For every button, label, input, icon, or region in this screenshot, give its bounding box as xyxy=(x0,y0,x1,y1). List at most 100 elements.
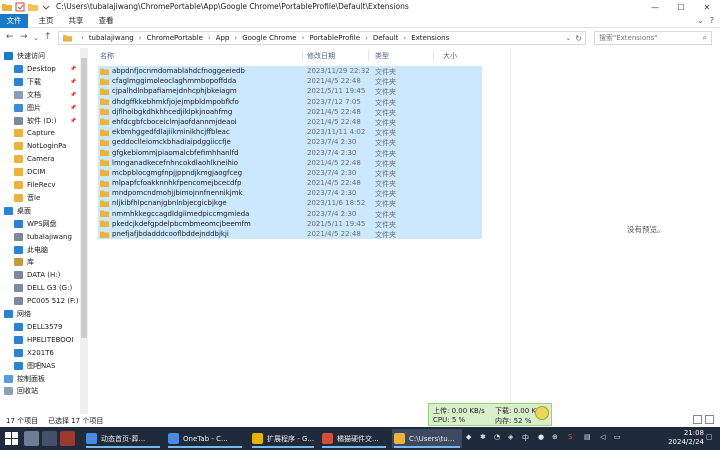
taskbar-task[interactable]: 橘猫硬件交... xyxy=(320,429,388,448)
taskbar-task[interactable]: 扩展程序 - G... xyxy=(250,429,316,448)
tray-app-icon[interactable]: ⊕ xyxy=(552,433,558,441)
sidebar-item[interactable]: NotLoginPa xyxy=(14,140,66,152)
tray-app-icon[interactable]: S xyxy=(568,433,572,441)
tray-app-icon[interactable]: ◆ xyxy=(466,433,471,441)
battery-icon[interactable]: ▭ xyxy=(614,433,621,441)
sidebar-item[interactable]: HPELITEBOOI xyxy=(14,334,73,346)
breadcrumb[interactable]: › tubalajiwang › ChromePortable › App › … xyxy=(58,31,586,45)
tab-file[interactable]: 文件 xyxy=(0,14,28,28)
taskbar-task[interactable]: 动态首页-葬... xyxy=(84,429,162,448)
search-icon[interactable] xyxy=(24,431,39,446)
breadcrumb-item[interactable]: Default xyxy=(373,34,399,42)
large-icons-view-icon[interactable] xyxy=(705,415,714,424)
column-header-date[interactable]: 修改日期 xyxy=(307,51,335,61)
file-row[interactable]: cjpalhdlnbpafiamejdnhcphjbkeiagm 2021/5/1… xyxy=(98,86,482,97)
sidebar-scrollbar[interactable] xyxy=(80,48,88,414)
sidebar-item[interactable]: 桌面 xyxy=(4,205,31,217)
sidebar-item[interactable]: tubalajiwang xyxy=(14,231,72,243)
tab-home[interactable]: 主页 xyxy=(34,14,58,28)
sidebar-item[interactable]: DELL G3 (G:) xyxy=(14,282,72,294)
bluetooth-icon[interactable]: ✱ xyxy=(480,433,486,441)
sidebar-item[interactable]: DELL3579 xyxy=(14,321,62,333)
file-row[interactable]: ekbmhggedfdlajiikminikhcjffbleac 2023/11/… xyxy=(98,127,482,138)
sidebar-item[interactable]: 控制面板 xyxy=(4,373,45,385)
file-row[interactable]: djflhoibgkdhkhhcedjiklpkjnoahfmg 2021/4/5… xyxy=(98,106,482,117)
wifi-icon[interactable]: ◔ xyxy=(494,433,500,441)
app-pinned-icon[interactable] xyxy=(60,431,75,446)
sidebar-item[interactable]: 网络 xyxy=(4,308,31,320)
volume-icon[interactable]: ◁ xyxy=(600,433,605,441)
sidebar-item[interactable]: DATA (H:) xyxy=(14,269,60,281)
file-row[interactable]: geddoclleiomckbhadiaipdggiiccfje 2023/7/4… xyxy=(98,137,482,148)
sidebar-item[interactable]: 图吧NAS xyxy=(14,360,55,372)
taskbar-clock[interactable]: 21:08 2024/2/24 xyxy=(668,429,704,447)
sidebar-item[interactable]: Capture xyxy=(14,127,55,139)
maximize-button[interactable]: ☐ xyxy=(668,0,694,14)
sidebar-item[interactable]: 此电脑 xyxy=(14,244,48,256)
forward-arrow-icon[interactable]: → xyxy=(20,32,28,42)
folder-icon[interactable] xyxy=(2,2,12,12)
up-arrow-icon[interactable]: ↑ xyxy=(44,32,52,42)
file-row[interactable]: dhdgffkkebhmkfjojejmpbldmpobfkfo 2023/7/1… xyxy=(98,96,482,107)
new-folder-icon[interactable] xyxy=(28,2,38,12)
sidebar-item[interactable]: WPS网盘 xyxy=(14,218,57,230)
search-icon[interactable]: ⌕ xyxy=(703,33,707,43)
file-row[interactable]: pnefjafjbdadddcooflbddejnddbjkji 2021/4/5… xyxy=(98,229,482,240)
file-row[interactable]: mndpomcndmohjjbimojnnfnennikjmk 2023/7/4 … xyxy=(98,188,482,199)
column-header-type[interactable]: 类型 xyxy=(375,51,389,61)
minimize-button[interactable]: — xyxy=(642,0,668,14)
shield-icon[interactable]: ◈ xyxy=(508,433,513,441)
address-dropdown-icon[interactable]: ⌄ xyxy=(565,34,571,42)
breadcrumb-item[interactable]: Google Chrome xyxy=(242,34,296,42)
network-icon[interactable]: ▤ xyxy=(584,433,591,441)
sidebar-item[interactable]: 库 xyxy=(14,256,34,268)
chevron-down-icon[interactable] xyxy=(41,2,51,12)
back-arrow-icon[interactable]: ← xyxy=(6,32,14,42)
properties-icon[interactable] xyxy=(15,2,25,12)
breadcrumb-item[interactable]: PortableProfile xyxy=(309,34,360,42)
chevron-down-icon[interactable]: ⌄ xyxy=(697,16,704,25)
sidebar-item[interactable]: 软件 (D:) 📌 xyxy=(14,115,76,127)
sidebar-item[interactable]: 图片 📌 xyxy=(14,102,76,114)
sidebar-item[interactable]: FileRecv xyxy=(14,179,56,191)
breadcrumb-item[interactable]: tubalajiwang xyxy=(89,34,134,42)
sidebar-item[interactable]: Camera xyxy=(14,153,54,165)
sidebar-item[interactable]: 音le xyxy=(14,192,40,204)
notification-icon[interactable]: ▢ xyxy=(706,433,713,441)
file-row[interactable]: ehfdcgbfcboceiclmjaofdannmjdeaoi 2021/4/5… xyxy=(98,116,482,128)
search-input[interactable] xyxy=(599,34,694,42)
file-row[interactable]: nmmhkkegccagdldgiimedpiccmgmieda 2023/7/4… xyxy=(98,208,482,219)
file-row[interactable]: mlpapfcfoakknnhkfpencomejbcecdfp 2021/4/5… xyxy=(98,178,482,189)
network-monitor-widget[interactable]: 上传: 0.00 KB/s 下载: 0.00 KB/s CPU: 5 % 内存:… xyxy=(428,403,552,426)
sidebar-item[interactable]: 文档 📌 xyxy=(14,89,76,101)
scrollbar-thumb[interactable] xyxy=(81,58,87,338)
file-row[interactable]: gfgkebiommjpiaomalcbfefimhhanlfd 2023/7/4… xyxy=(98,147,482,158)
column-header-name[interactable]: 名称 xyxy=(100,51,114,61)
tab-share[interactable]: 共享 xyxy=(64,14,88,28)
refresh-icon[interactable]: ↻ xyxy=(575,34,582,43)
tab-view[interactable]: 查看 xyxy=(94,14,118,28)
sidebar-item[interactable]: 快速访问 xyxy=(4,50,45,62)
sidebar-item[interactable]: 下载 📌 xyxy=(14,76,76,88)
recent-dropdown-icon[interactable]: ⌄ xyxy=(33,34,39,42)
file-row[interactable]: nljkibfhlpcnanjgbnlnbjecgicbjkge 2023/11/… xyxy=(98,198,482,209)
breadcrumb-item[interactable]: ChromePortable xyxy=(147,34,203,42)
file-row[interactable]: cfaglmggimoleoclaghmmbopoffdda 2021/4/5 2… xyxy=(98,76,482,87)
sidebar-item[interactable]: DCIM xyxy=(14,166,45,178)
column-header-size[interactable]: 大小 xyxy=(443,51,457,61)
taskbar-task[interactable]: C:\Users\tu... xyxy=(392,429,462,448)
file-row[interactable]: abpdnfjocnmdomablahdcfnoggeeiedb 2023/11/… xyxy=(98,66,482,77)
close-button[interactable]: ✕ xyxy=(694,0,720,14)
file-row[interactable]: pkedcjkdefgpdelpbcmbmeomcjbeemfm 2021/5/1… xyxy=(98,218,482,229)
help-icon[interactable]: ? xyxy=(710,16,714,25)
breadcrumb-item[interactable]: App xyxy=(216,34,230,42)
windows-start-icon[interactable] xyxy=(4,431,19,446)
sidebar-item[interactable]: X201T6 xyxy=(14,347,54,359)
details-view-icon[interactable] xyxy=(693,415,702,424)
task-view-icon[interactable] xyxy=(42,431,57,446)
taskbar-task[interactable]: OneTab - C... xyxy=(166,429,244,448)
file-row[interactable]: lmnganadkecefnhncokdlaohlkneihio 2021/4/5… xyxy=(98,157,482,168)
sidebar-item[interactable]: 回收站 xyxy=(4,385,38,397)
search-box[interactable]: ⌕ xyxy=(594,31,712,45)
file-row[interactable]: mcbpblocgmgfnpjjppndjkmgjaogfceg 2023/7/4… xyxy=(98,167,482,179)
